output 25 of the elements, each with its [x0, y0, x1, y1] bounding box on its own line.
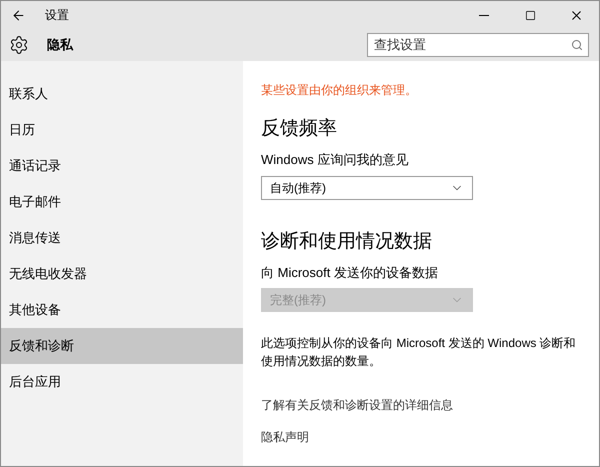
search-field[interactable]: 查找设置 — [367, 32, 589, 57]
field-label: Windows 应询问我的意见 — [261, 151, 410, 169]
page-title: 隐私 — [47, 36, 73, 54]
section-heading: 诊断和使用情况数据 — [261, 230, 433, 254]
settings-icon — [9, 35, 29, 55]
sidebar-item[interactable]: 后台应用 — [1, 364, 243, 400]
sidebar-item[interactable]: 无线电收发器 — [1, 256, 243, 292]
minimize-icon — [479, 14, 489, 16]
window-title: 设置 — [45, 7, 69, 24]
sidebar-item[interactable]: 通话记录 — [1, 148, 243, 184]
sidebar-item[interactable]: 反馈和诊断 — [1, 328, 243, 364]
sidebar-item[interactable]: 其他设备 — [1, 292, 243, 328]
maximize-icon — [524, 10, 536, 20]
dropdown[interactable]: 自动(推荐) — [261, 176, 473, 200]
sidebar-item[interactable]: 电子邮件 — [1, 184, 243, 220]
field-label: 向 Microsoft 发送你的设备数据 — [261, 264, 439, 282]
sidebar-item[interactable]: 消息传送 — [1, 220, 243, 256]
info-link[interactable]: 了解有关反馈和诊断设置的详细信息 — [261, 396, 585, 414]
info-link[interactable]: 隐私声明 — [261, 428, 585, 446]
sidebar-item[interactable]: 联系人 — [1, 76, 243, 112]
sidebar-item[interactable]: 日历 — [1, 112, 243, 148]
notice-text: 某些设置由你的组织来管理。 — [261, 82, 418, 99]
search-icon — [571, 38, 583, 51]
section-heading: 反馈频率 — [261, 117, 338, 141]
description-text: 此选项控制从你的设备向 Microsoft 发送的 Windows 诊断和使用情况数据的数量。 — [261, 335, 577, 370]
